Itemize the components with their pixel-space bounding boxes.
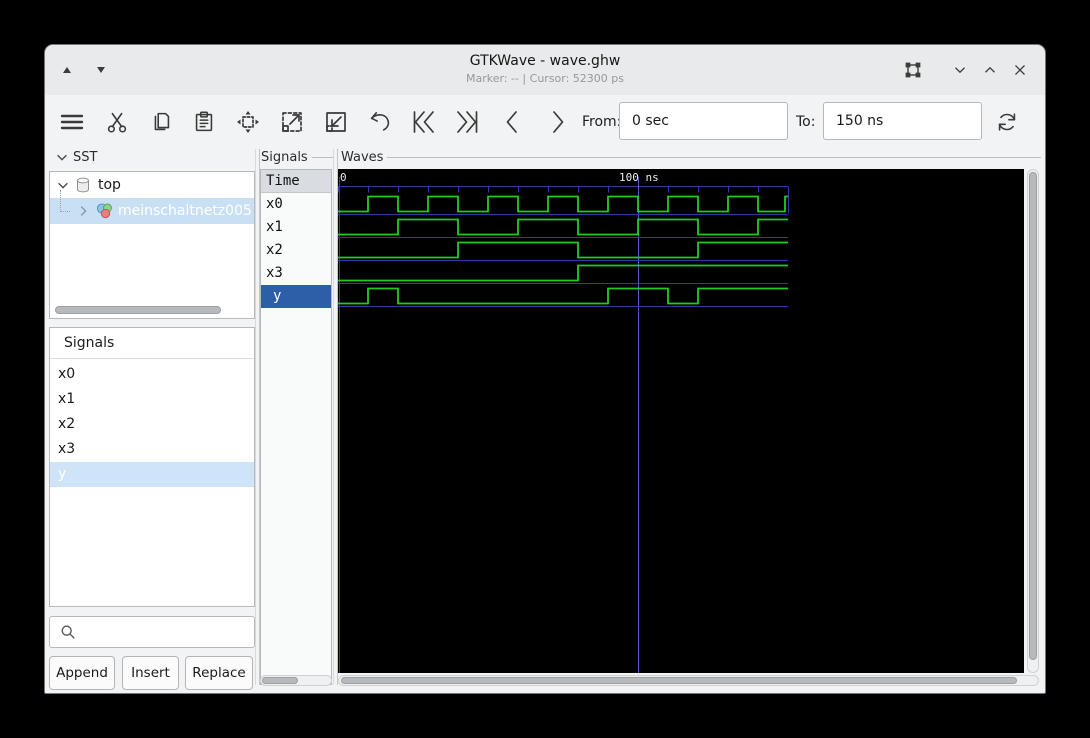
time-header[interactable]: Time [261,170,331,193]
design-root-icon [74,176,92,194]
signal-name-row[interactable]: x2 [261,239,331,262]
cut-icon [104,109,130,135]
sst-expander-icon[interactable] [55,150,69,164]
skip-start-icon [410,108,438,136]
chevron-right-icon [543,108,571,136]
sst-header[interactable]: SST [51,148,111,166]
waves-vscrollbar[interactable] [1027,169,1039,673]
menu-button[interactable] [55,105,89,139]
skip-end-icon [453,108,481,136]
cut-button[interactable] [100,105,134,139]
tree-item-top[interactable]: top [50,172,254,198]
to-label: To: [796,114,815,130]
list-item-selected[interactable]: y [50,462,254,487]
sst-tree: top meinschaltnetz0051testb [49,171,255,319]
list-item[interactable]: x2 [50,412,254,437]
maximize-button[interactable] [978,58,1002,82]
hierarchy-icon [94,201,114,221]
chevron-left-icon [499,108,527,136]
signal-names-column: Time x0 x1 x2 x3 y [260,169,332,685]
titlebar[interactable]: GTKWave - wave.ghw Marker: -- | Cursor: … [45,45,1045,96]
list-item[interactable]: x0 [50,362,254,387]
chevron-down-icon [951,61,969,79]
gtkwave-window: GTKWave - wave.ghw Marker: -- | Cursor: … [44,44,1046,694]
copy-icon [148,109,174,135]
undo-button[interactable] [363,105,397,139]
svg-text:0: 0 [340,171,347,184]
names-hscrollbar-thumb[interactable] [262,677,298,684]
signal-name-row[interactable]: x1 [261,216,331,239]
to-input[interactable] [823,102,982,140]
copy-button[interactable] [144,105,178,139]
undo-icon [367,109,393,135]
signal-name-row-selected[interactable]: y [261,285,331,308]
waves-hscrollbar[interactable] [338,675,1039,686]
signal-search-box [49,616,255,648]
skip-start-button[interactable] [407,105,441,139]
next-edge-button[interactable] [540,105,574,139]
menu-icon [58,108,86,136]
waves-vscrollbar-thumb[interactable] [1029,172,1037,660]
tree-expander-closed-icon[interactable] [76,204,90,218]
insert-button[interactable]: Insert [122,656,179,690]
signal-search-header: Signals [50,328,254,359]
chevron-up-icon [981,61,999,79]
zoom-fit-button[interactable] [231,105,265,139]
toolbar: From: To: [45,95,1045,149]
close-icon [1011,61,1029,79]
wave-canvas-svg: 0100 ns [338,169,1024,673]
replace-button[interactable]: Replace [185,656,253,690]
tree-item-label: top [98,177,121,193]
zoom-out-button[interactable] [319,105,353,139]
reload-button[interactable] [990,105,1024,139]
signal-name-row[interactable]: x3 [261,262,331,285]
tree-item-label: meinschaltnetz0051testb [118,203,254,219]
names-panel-header: Signals [261,148,333,166]
zoom-fit-icon [234,108,262,136]
fullscreen-button[interactable] [901,58,925,82]
append-button[interactable]: Append [49,656,115,690]
signal-search-panel: Signals x0 x1 x2 x3 y [49,327,255,607]
paste-button[interactable] [187,105,221,139]
waves-panel-header: Waves [341,148,1041,166]
close-button[interactable] [1008,58,1032,82]
tree-item-testbench[interactable]: meinschaltnetz0051testb [50,198,254,224]
from-input[interactable] [619,102,788,140]
zoom-in-button[interactable] [275,105,309,139]
search-input[interactable] [82,618,254,648]
fullscreen-icon [903,60,923,80]
sst-hscrollbar[interactable] [53,305,251,315]
zoom-in-icon [278,108,306,136]
from-label: From: [582,114,621,130]
window-subtitle: Marker: -- | Cursor: 52300 ps [45,72,1045,85]
names-hscrollbar[interactable] [260,675,332,686]
waves-hscrollbar-thumb[interactable] [341,677,1017,684]
window-title: GTKWave - wave.ghw [45,53,1045,69]
wave-canvas[interactable]: 0100 ns [338,169,1024,673]
tree-connector [60,190,70,212]
sst-hscrollbar-thumb[interactable] [55,306,221,314]
paste-icon [191,109,217,135]
skip-end-button[interactable] [450,105,484,139]
list-item[interactable]: x1 [50,387,254,412]
zoom-out-icon [322,108,350,136]
list-item[interactable]: x3 [50,437,254,462]
reload-icon [994,109,1020,135]
search-icon [59,623,77,641]
signal-name-row[interactable]: x0 [261,193,331,216]
desktop: { "titlebar": { "title": "GTKWave - wave… [0,0,1090,738]
minimize-button[interactable] [948,58,972,82]
prev-edge-button[interactable] [496,105,530,139]
